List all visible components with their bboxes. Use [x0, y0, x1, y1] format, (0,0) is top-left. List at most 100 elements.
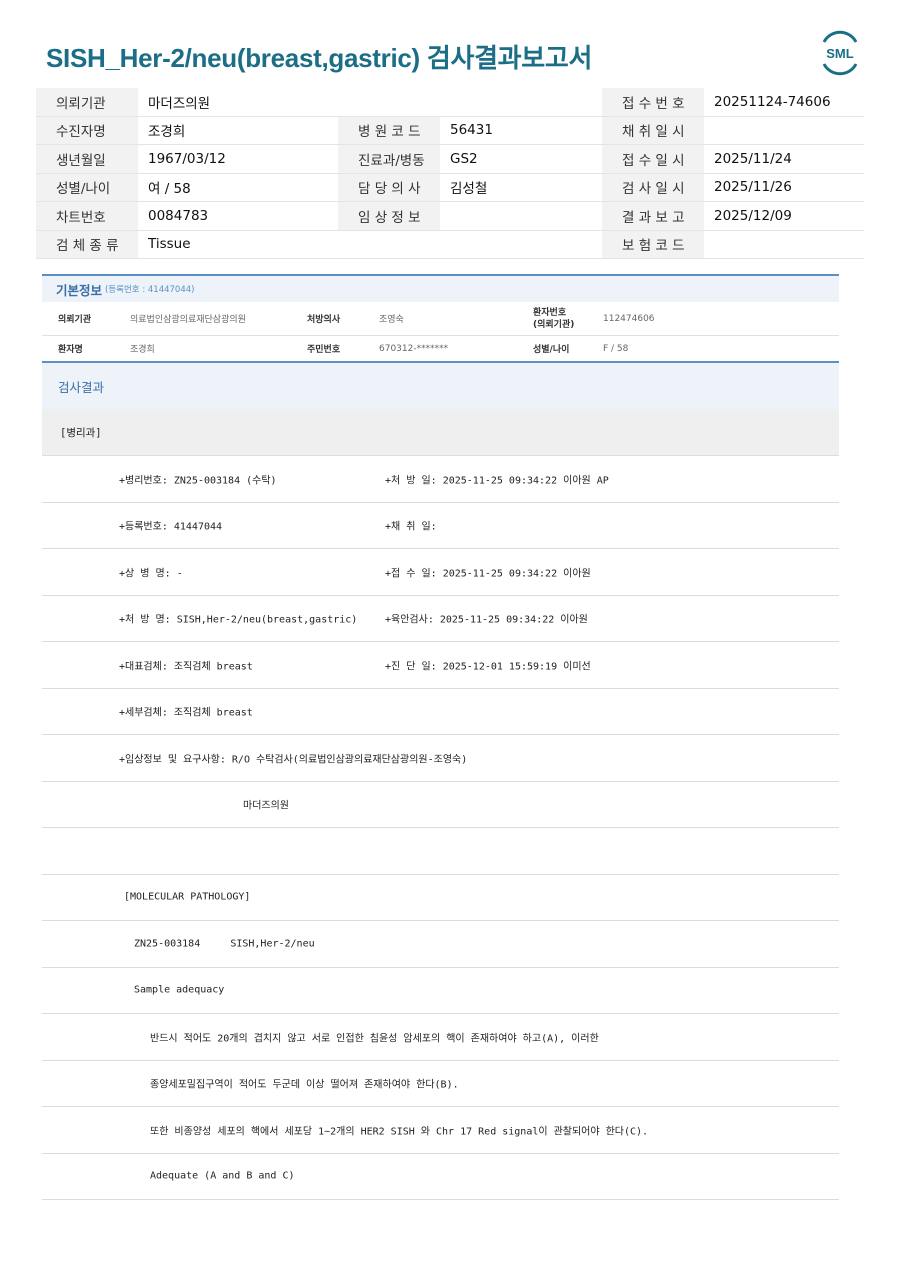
- result-line: +등록번호: 41447044 +채 취 일:: [42, 503, 839, 549]
- header-value: 마더즈의원: [148, 95, 211, 112]
- report-title: SISH_Her-2/neu(breast,gastric) 검사결과보고서: [46, 43, 593, 73]
- result-text: +세부검체: 조직검체 breast: [119, 707, 253, 719]
- result-text: 또한 비종양성 세포의 핵에서 세포당 1~2개의 HER2 SISH 와 Ch…: [150, 1126, 649, 1138]
- result-text: Adequate (A and B and C): [150, 1170, 295, 1182]
- result-text: 반드시 적어도 20개의 겹치지 않고 서로 인접한 침윤성 암세포의 핵이 존…: [150, 1033, 599, 1045]
- result-text: +채 취 일:: [385, 521, 437, 533]
- result-text: +병리번호: ZN25-003184 (수탁): [119, 475, 277, 487]
- basic-value: F / 58: [603, 343, 629, 354]
- result-line: +대표검체: 조직검체 breast +진 단 일: 2025-12-01 15…: [42, 642, 839, 689]
- basic-info-row: 환자명 조경희 주민번호 670312-******* 성별/나이 F / 58: [42, 336, 839, 362]
- result-text: +접 수 일: 2025-11-25 09:34:22 이아원: [385, 568, 591, 580]
- header-value: GS2: [450, 150, 478, 167]
- header-label: 담 당 의 사: [338, 173, 440, 201]
- basic-info-title: 기본정보: [56, 282, 103, 298]
- basic-value: 112474606: [603, 313, 655, 324]
- sml-logo: SML: [822, 30, 858, 76]
- header-value: 조경희: [148, 124, 186, 141]
- result-text: +상 병 명: -: [119, 568, 183, 580]
- basic-value: 조영숙: [379, 315, 404, 325]
- header-label: 차트번호: [36, 202, 138, 230]
- header-label: 의뢰기관: [36, 88, 138, 116]
- header-row: 성별/나이 여 / 58 담 당 의 사 김성철 검 사 일 시 2025/11…: [36, 173, 864, 202]
- header-value: 여 / 58: [148, 181, 191, 198]
- header-label: 진료과/병동: [338, 145, 440, 173]
- header-label: 보 험 코 드: [602, 230, 704, 258]
- header-label: 검 사 일 시: [602, 173, 704, 201]
- result-line: 반드시 적어도 20개의 겹치지 않고 서로 인접한 침윤성 암세포의 핵이 존…: [42, 1014, 839, 1061]
- result-text: Sample adequacy: [134, 984, 225, 996]
- header-value: Tissue: [148, 236, 191, 253]
- results-header: 검사결과: [42, 361, 839, 409]
- result-text: +등록번호: 41447044: [119, 521, 223, 533]
- header-row: 검 체 종 류 Tissue 보 험 코 드: [36, 230, 864, 259]
- header-label: 검 체 종 류: [36, 230, 138, 258]
- basic-info-row: 의뢰기관 의료법인삼광의료재단삼광의원 처방의사 조영숙 환자번호 (의뢰기관)…: [42, 302, 839, 336]
- basic-label: 처방의사: [307, 315, 341, 325]
- basic-label: 의뢰기관: [58, 315, 92, 325]
- header-value: 김성철: [450, 181, 488, 198]
- header-label: 수진자명: [36, 116, 138, 144]
- basic-info-section: 기본정보 (등록번호 : 41447044) 의뢰기관 의료법인삼광의료재단삼광…: [42, 274, 839, 362]
- header-value: 2025/11/24: [714, 150, 792, 167]
- result-line: [42, 828, 839, 875]
- result-text: 종양세포밀집구역이 적어도 두군데 이상 떨어져 존재하여야 한다(B).: [150, 1079, 459, 1091]
- result-text: +육안검사: 2025-11-25 09:34:22 이아원: [385, 614, 588, 626]
- header-value: 20251124-74606: [714, 93, 831, 110]
- header-value: [704, 117, 864, 145]
- basic-info-header: 기본정보 (등록번호 : 41447044): [42, 274, 839, 302]
- header-label: 접 수 번 호: [602, 88, 704, 116]
- result-text: +처 방 일: 2025-11-25 09:34:22 이아원 AP: [385, 475, 609, 487]
- result-text: [MOLECULAR PATHOLOGY]: [124, 891, 251, 903]
- basic-value: 조경희: [130, 345, 155, 355]
- logo-text: SML: [826, 46, 854, 61]
- result-line: Sample adequacy: [42, 968, 839, 1014]
- header-value: [440, 202, 602, 230]
- header-label: 생년월일: [36, 145, 138, 173]
- result-text: 마더즈의원: [243, 800, 289, 812]
- header-row: 생년월일 1967/03/12 진료과/병동 GS2 접 수 일 시 2025/…: [36, 145, 864, 174]
- result-line: ZN25-003184 SISH,Her-2/neu: [42, 921, 839, 968]
- header-label: 임 상 정 보: [338, 202, 440, 230]
- result-line: +병리번호: ZN25-003184 (수탁) +처 방 일: 2025-11-…: [42, 456, 839, 503]
- basic-label: 성별/나이: [533, 345, 570, 355]
- result-line: Adequate (A and B and C): [42, 1154, 839, 1200]
- header-label: 성별/나이: [36, 173, 138, 201]
- result-text: ZN25-003184 SISH,Her-2/neu: [134, 938, 315, 950]
- result-line: 종양세포밀집구역이 적어도 두군데 이상 떨어져 존재하여야 한다(B).: [42, 1061, 839, 1107]
- basic-label-group: 환자번호 (의뢰기관): [533, 307, 603, 331]
- header-value: 2025/11/26: [714, 179, 792, 196]
- result-line: [MOLECULAR PATHOLOGY]: [42, 875, 839, 921]
- header-label: 결 과 보 고: [602, 202, 704, 230]
- basic-value: 의료법인삼광의료재단삼광의원: [130, 315, 246, 325]
- basic-label: 환자번호: [533, 307, 567, 318]
- result-line: +처 방 명: SISH,Her-2/neu(breast,gastric) +…: [42, 596, 839, 642]
- header-label: 접 수 일 시: [602, 145, 704, 173]
- header-value: 56431: [450, 122, 493, 139]
- basic-label: (의뢰기관): [533, 319, 575, 330]
- department-label: [병리과]: [42, 409, 839, 456]
- result-text: +임상정보 및 요구사항: R/O 수탁검사(의료법인삼광의료재단삼광의원-조영…: [119, 754, 468, 766]
- header-row: 수진자명 조경희 병 원 코 드 56431 채 취 일 시: [36, 116, 864, 145]
- result-text: +대표검체: 조직검체 breast: [119, 661, 253, 673]
- basic-value: 670312-*******: [379, 343, 449, 354]
- header-value: [704, 231, 864, 259]
- header-label: 채 취 일 시: [602, 116, 704, 144]
- result-line: 또한 비종양성 세포의 핵에서 세포당 1~2개의 HER2 SISH 와 Ch…: [42, 1107, 839, 1154]
- result-line: +세부검체: 조직검체 breast: [42, 689, 839, 735]
- header-row: 의뢰기관 마더즈의원 접 수 번 호 20251124-74606: [36, 88, 864, 117]
- result-line: +상 병 명: - +접 수 일: 2025-11-25 09:34:22 이아…: [42, 549, 839, 596]
- result-line: 마더즈의원: [42, 782, 839, 828]
- header-row: 차트번호 0084783 임 상 정 보 결 과 보 고 2025/12/09: [36, 202, 864, 231]
- registration-number: (등록번호 : 41447044): [105, 285, 195, 295]
- result-text: +진 단 일: 2025-12-01 15:59:19 이미선: [385, 661, 591, 673]
- basic-label: 주민번호: [307, 345, 341, 355]
- result-text: +처 방 명: SISH,Her-2/neu(breast,gastric): [119, 614, 358, 626]
- basic-label: 환자명: [58, 345, 83, 355]
- patient-header-table: 의뢰기관 마더즈의원 접 수 번 호 20251124-74606 수진자명 조…: [36, 88, 864, 259]
- result-line: +임상정보 및 요구사항: R/O 수탁검사(의료법인삼광의료재단삼광의원-조영…: [42, 735, 839, 782]
- header-value: 2025/12/09: [714, 207, 792, 224]
- header-label: 병 원 코 드: [338, 116, 440, 144]
- header-value: 1967/03/12: [148, 150, 226, 167]
- header-value: 0084783: [148, 207, 209, 224]
